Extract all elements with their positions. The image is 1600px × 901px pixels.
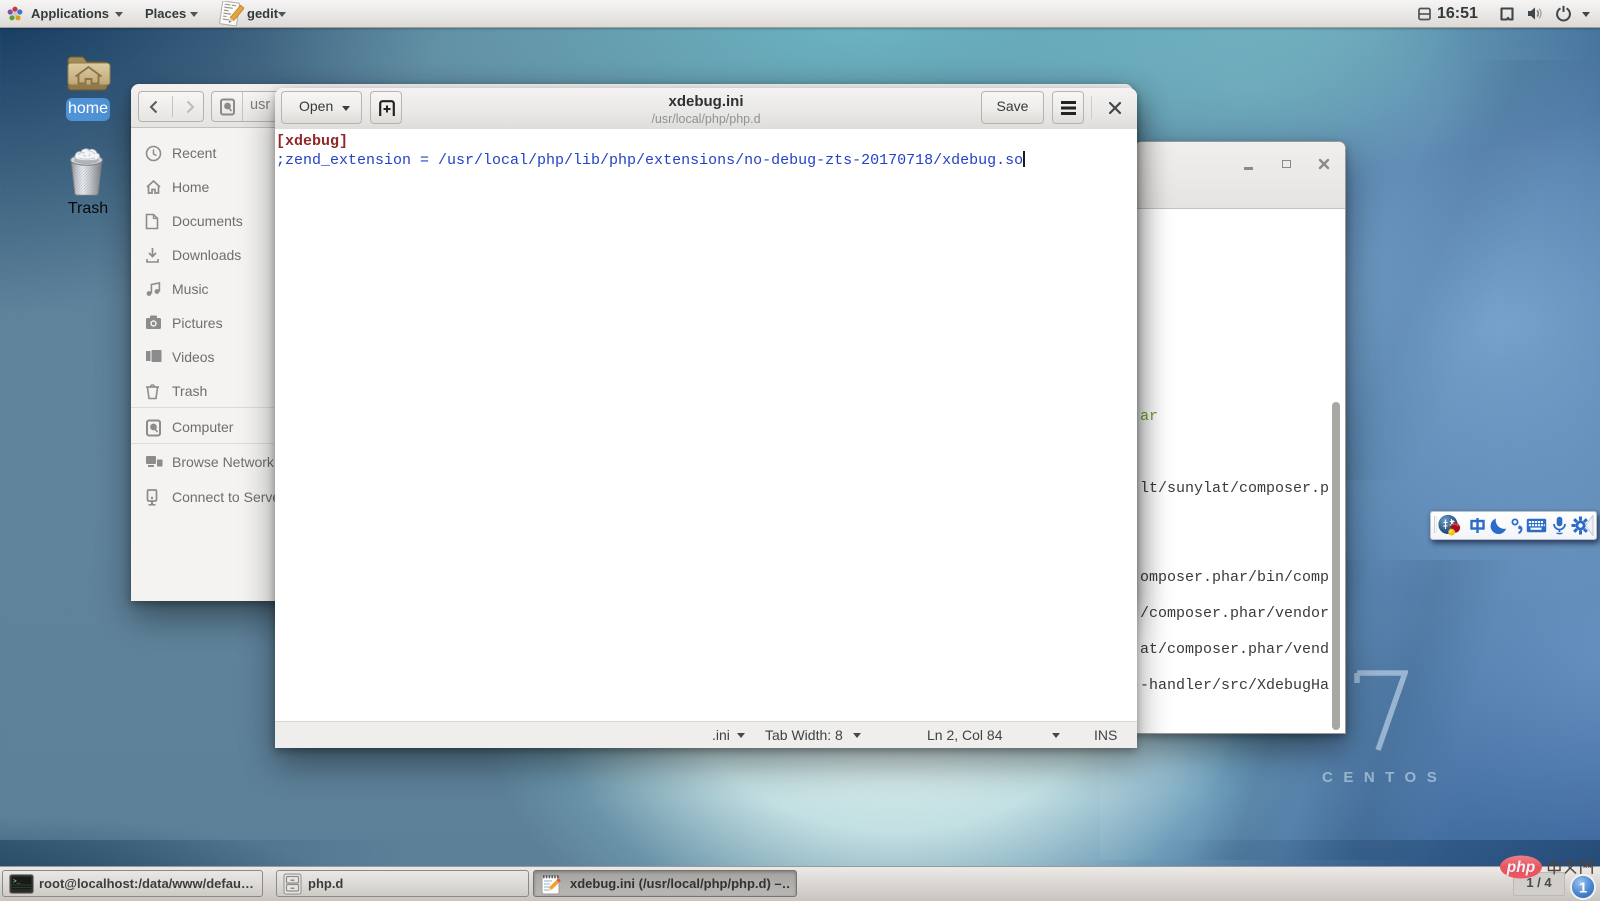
svg-text:>_: >_	[13, 878, 21, 885]
svg-text:1: 1	[1579, 880, 1587, 897]
svg-text:php: php	[1506, 859, 1535, 876]
